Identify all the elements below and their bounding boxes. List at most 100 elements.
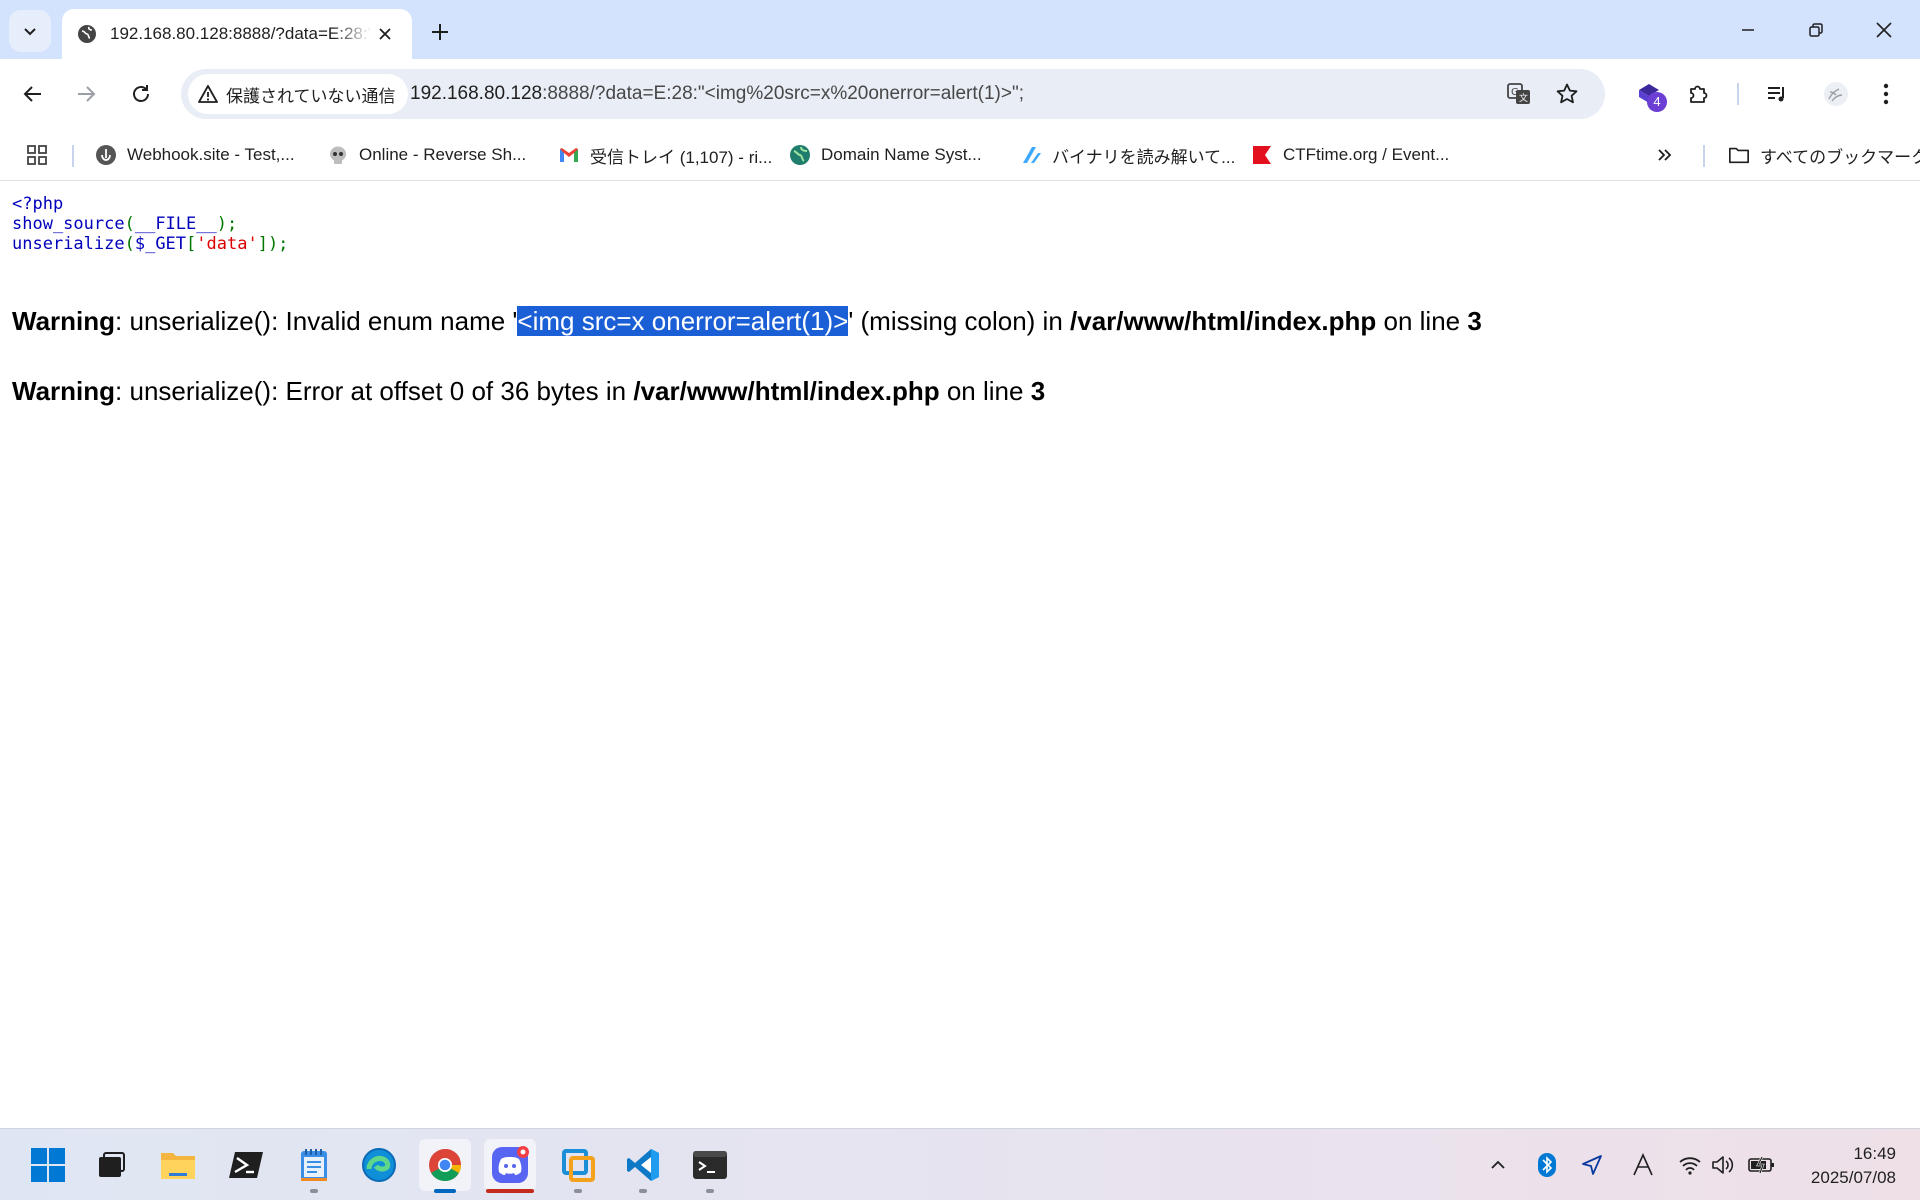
bookmark-label: Webhook.site - Test,...	[127, 145, 295, 164]
bookmark-item[interactable]: 受信トレイ (1,107) - ri...	[558, 139, 772, 171]
code-punct: (	[124, 234, 135, 254]
notepad-button[interactable]	[288, 1139, 340, 1193]
globe-icon	[789, 144, 811, 166]
bluetooth-tray-button[interactable]	[1530, 1147, 1564, 1183]
vmware-icon	[562, 1149, 595, 1182]
bookmark-label: Online - Reverse Sh...	[359, 145, 527, 164]
tab-close-icon[interactable]	[372, 21, 398, 47]
tab-active[interactable]: 192.168.80.128:8888/?data=E:28:"<img%20s…	[62, 9, 412, 59]
minimize-button[interactable]	[1714, 0, 1782, 59]
menu-button[interactable]	[1866, 74, 1906, 114]
wifi-icon	[1679, 1157, 1701, 1175]
profile-avatar[interactable]	[1816, 74, 1856, 114]
apps-button[interactable]	[26, 139, 48, 171]
bookmark-separator	[1703, 145, 1705, 167]
task-view-button[interactable]	[86, 1139, 138, 1191]
forward-button[interactable]	[66, 74, 106, 114]
discord-button[interactable]	[484, 1139, 536, 1193]
vscode-button[interactable]	[617, 1139, 669, 1193]
bookmark-item[interactable]: Online - Reverse Sh...	[327, 139, 526, 171]
discord-icon	[492, 1146, 529, 1183]
warning-line-number: 3	[1030, 376, 1046, 406]
code-fn: show_source	[12, 214, 125, 234]
start-button[interactable]	[22, 1139, 74, 1191]
speaker-icon	[1712, 1156, 1734, 1174]
warning-text: : unserialize(): Invalid enum name '	[115, 306, 518, 336]
bookmark-item[interactable]: CTFtime.org / Event...	[1251, 139, 1449, 171]
extensions-button[interactable]	[1679, 74, 1719, 114]
running-indicator	[706, 1189, 714, 1193]
plus-icon	[432, 24, 448, 40]
bookmark-item[interactable]: Domain Name Syst...	[789, 139, 982, 171]
address-bar[interactable]: 保護されていない通信 192.168.80.128:8888/?data=E:2…	[181, 69, 1605, 119]
location-tray-button[interactable]	[1575, 1147, 1609, 1183]
powershell-icon	[229, 1152, 263, 1178]
warning-text: : unserialize(): Error at offset 0 of 36…	[115, 376, 634, 406]
edge-button[interactable]	[353, 1139, 405, 1191]
zenn-icon	[1020, 144, 1042, 166]
puzzle-icon	[1690, 85, 1708, 103]
arrow-left-icon	[23, 86, 41, 102]
bookmark-star-button[interactable]	[1551, 78, 1583, 110]
warning-text: ' (missing colon) in	[848, 306, 1071, 336]
tab-title: 192.168.80.128:8888/?data=E:28:"<img%20s…	[110, 24, 372, 43]
show-hidden-icons-button[interactable]	[1481, 1147, 1515, 1183]
more-bookmarks-button[interactable]	[1656, 139, 1674, 171]
volume-tray-button[interactable]	[1706, 1147, 1740, 1183]
terminal-button[interactable]	[684, 1139, 736, 1193]
powershell-button[interactable]	[221, 1139, 273, 1191]
translate-button[interactable]: G文	[1503, 78, 1535, 110]
tab-strip: 192.168.80.128:8888/?data=E:28:"<img%20s…	[0, 0, 1920, 59]
warning-path: /var/www/html/index.php	[1070, 306, 1377, 336]
minimize-icon	[1742, 28, 1754, 31]
chevron-double-right-icon	[1658, 149, 1672, 161]
running-indicator	[639, 1189, 647, 1193]
attention-indicator	[486, 1189, 534, 1193]
clock[interactable]: 16:49 2025/07/08	[1811, 1142, 1896, 1190]
restore-button[interactable]	[1782, 0, 1850, 59]
url-text[interactable]: 192.168.80.128:8888/?data=E:28:"<img%20s…	[410, 69, 1024, 119]
apps-grid-icon	[27, 145, 47, 165]
back-button[interactable]	[13, 74, 53, 114]
warning-message: Warning: unserialize(): Error at offset …	[12, 376, 1045, 407]
clock-time: 16:49	[1853, 1144, 1896, 1163]
bookmark-item[interactable]: Webhook.site - Test,...	[95, 139, 295, 171]
warning-text: on line	[939, 376, 1031, 406]
bookmark-item[interactable]: バイナリを読み解いて...	[1020, 139, 1235, 171]
task-view-icon	[99, 1152, 125, 1177]
warning-text: on line	[1376, 306, 1468, 336]
code-punct: ]);	[257, 234, 289, 254]
vscode-icon	[627, 1149, 659, 1181]
active-indicator	[434, 1189, 456, 1193]
reload-button[interactable]	[121, 74, 161, 114]
extension-button[interactable]: 4	[1629, 74, 1669, 114]
vmware-button[interactable]	[552, 1139, 604, 1193]
playlist-icon	[1768, 87, 1784, 102]
ime-tray-button[interactable]	[1626, 1147, 1660, 1183]
chevron-up-icon	[1491, 1160, 1505, 1169]
security-chip[interactable]: 保護されていない通信	[188, 74, 408, 114]
bookmark-separator	[72, 145, 74, 167]
all-bookmarks-button[interactable]: すべてのブックマーク	[1728, 139, 1920, 171]
warning-label: Warning	[12, 376, 116, 406]
battery-tray-button[interactable]	[1745, 1147, 1779, 1183]
browser-toolbar: 保護されていない通信 192.168.80.128:8888/?data=E:2…	[0, 59, 1920, 129]
code-fn: unserialize	[12, 234, 125, 254]
notepad-icon	[301, 1149, 327, 1181]
all-bookmarks-label: すべてのブックマーク	[1760, 147, 1920, 167]
chrome-button[interactable]	[419, 1139, 471, 1193]
media-control-button[interactable]	[1757, 74, 1797, 114]
file-explorer-button[interactable]	[152, 1139, 204, 1191]
tab-search-button[interactable]	[9, 10, 51, 52]
terminal-icon	[693, 1151, 727, 1179]
ctftime-icon	[1251, 144, 1273, 166]
new-tab-button[interactable]	[422, 14, 458, 50]
bookmark-label: バイナリを読み解いて...	[1052, 147, 1236, 167]
skull-icon	[327, 144, 349, 166]
wifi-tray-button[interactable]	[1673, 1147, 1707, 1183]
edge-icon	[362, 1148, 396, 1182]
restore-icon	[1809, 22, 1823, 37]
close-window-button[interactable]	[1850, 0, 1918, 59]
bookmarks-bar: Webhook.site - Test,... Online - Reverse…	[0, 129, 1920, 181]
star-icon	[1556, 83, 1578, 104]
